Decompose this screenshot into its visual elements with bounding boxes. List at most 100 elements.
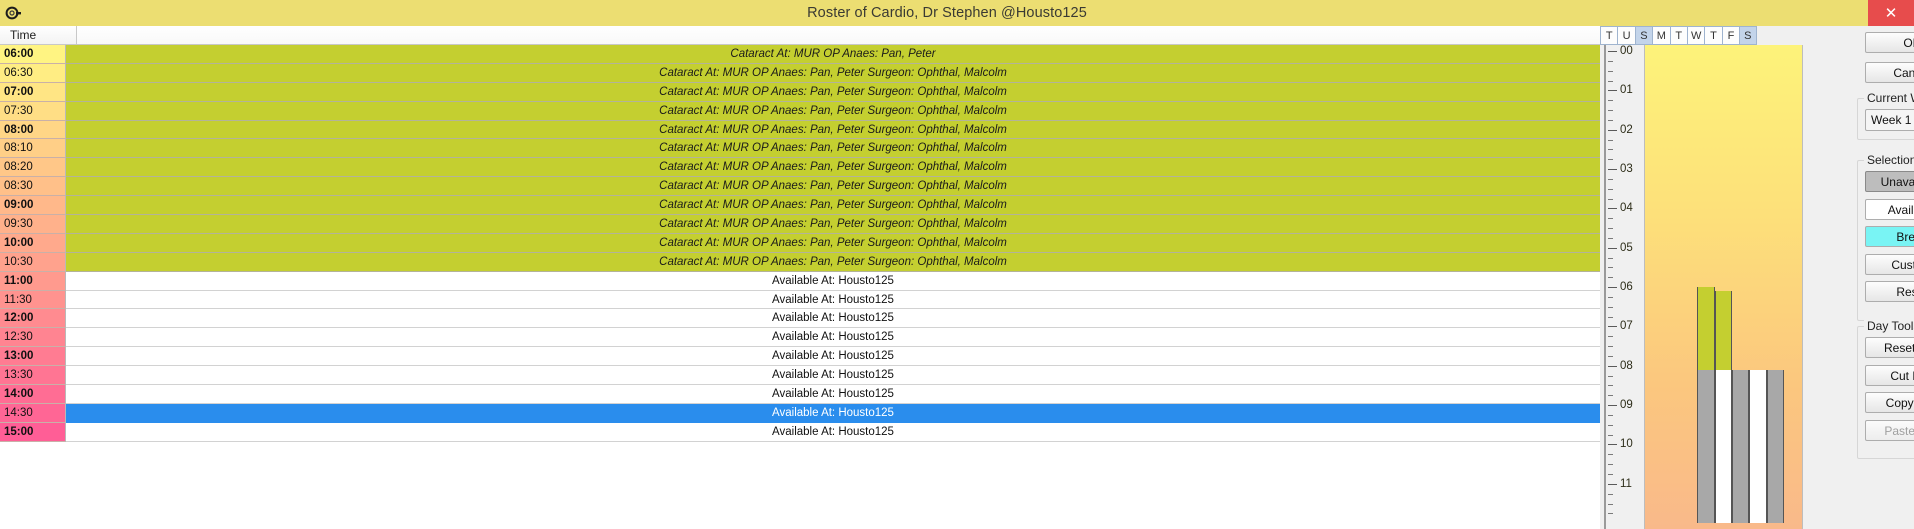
minor-tick bbox=[1608, 306, 1613, 308]
table-row[interactable]: 08:20 Cataract At: MUR OP Anaes: Pan, Pet… bbox=[0, 158, 1600, 178]
mini-day-column-0[interactable] bbox=[1645, 45, 1662, 529]
mini-segment[interactable] bbox=[1697, 287, 1715, 370]
week-select[interactable]: Week 1 ⌄ bbox=[1865, 109, 1914, 131]
day-header-5[interactable]: W bbox=[1686, 26, 1705, 45]
tools-panel-inner: OK Cancel Current Week Week 1 ⌄ Selectio… bbox=[1768, 26, 1914, 529]
table-row[interactable]: 14:30 Available At: Housto125 bbox=[0, 403, 1600, 423]
day-header-6[interactable]: T bbox=[1704, 26, 1722, 45]
table-row[interactable]: 07:30 Cataract At: MUR OP Anaes: Pan, Pet… bbox=[0, 101, 1600, 121]
row-event[interactable]: Available At: Housto125 bbox=[66, 328, 1600, 348]
day-header-0[interactable]: T bbox=[1600, 26, 1618, 45]
row-time: 06:30 bbox=[0, 63, 66, 83]
unavailable-button[interactable]: Unavailable bbox=[1865, 171, 1914, 192]
mini-segment[interactable] bbox=[1749, 369, 1767, 524]
available-button[interactable]: Available bbox=[1865, 198, 1914, 220]
row-time: 11:00 bbox=[0, 271, 66, 291]
minor-tick bbox=[1608, 60, 1613, 62]
table-row[interactable]: 12:00 Available At: Housto125 bbox=[0, 309, 1600, 329]
mini-day-column-1[interactable] bbox=[1662, 45, 1679, 529]
hour-tick bbox=[1608, 365, 1617, 367]
table-row[interactable]: 09:00 Cataract At: MUR OP Anaes: Pan, Pet… bbox=[0, 196, 1600, 216]
table-row[interactable]: 06:00 Cataract At: MUR OP Anaes: Pan, Pet… bbox=[0, 45, 1600, 64]
day-header-3[interactable]: M bbox=[1652, 26, 1670, 45]
hour-label: 01 bbox=[1620, 84, 1633, 97]
table-row[interactable]: 10:00 Cataract At: MUR OP Anaes: Pan, Pet… bbox=[0, 233, 1600, 253]
row-event[interactable]: Available At: Housto125 bbox=[66, 366, 1600, 386]
row-event[interactable]: Available At: Housto125 bbox=[66, 347, 1600, 367]
hour-label: 03 bbox=[1620, 163, 1633, 176]
table-row[interactable]: 15:00 Available At: Housto125 bbox=[0, 422, 1600, 442]
row-time: 14:00 bbox=[0, 385, 66, 404]
custom-button[interactable]: Custom bbox=[1865, 253, 1914, 275]
table-row[interactable]: 08:10 Cataract At: MUR OP Anaes: Pan, Pet… bbox=[0, 139, 1600, 159]
row-event[interactable]: Cataract At: MUR OP Anaes: Pan, Peter Su… bbox=[66, 196, 1600, 216]
hour-tick bbox=[1608, 287, 1617, 289]
table-row[interactable]: 08:00 Cataract At: MUR OP Anaes: Pan, Pet… bbox=[0, 120, 1600, 140]
mini-day-column-4[interactable] bbox=[1714, 45, 1732, 529]
minor-tick bbox=[1608, 385, 1613, 387]
row-time: 13:00 bbox=[0, 347, 66, 367]
row-event[interactable]: Available At: Housto125 bbox=[66, 385, 1600, 404]
close-icon[interactable]: ✕ bbox=[1868, 0, 1914, 26]
row-event[interactable]: Cataract At: MUR OP Anaes: Pan, Peter Su… bbox=[66, 233, 1600, 253]
table-row[interactable]: 09:30 Cataract At: MUR OP Anaes: Pan, Pet… bbox=[0, 215, 1600, 234]
row-event[interactable]: Cataract At: MUR OP Anaes: Pan, Peter Su… bbox=[66, 252, 1600, 272]
row-event[interactable]: Cataract At: MUR OP Anaes: Pan, Peter Su… bbox=[66, 215, 1600, 234]
row-event[interactable]: Cataract At: MUR OP Anaes: Pan, Peter Su… bbox=[66, 63, 1600, 83]
hour-tick bbox=[1608, 129, 1617, 131]
row-event[interactable]: Available At: Housto125 bbox=[66, 422, 1600, 442]
cut-day-button[interactable]: Cut Day bbox=[1865, 364, 1914, 386]
row-time: 08:20 bbox=[0, 158, 66, 178]
table-row[interactable]: 13:00 Available At: Housto125 bbox=[0, 347, 1600, 367]
hour-tick bbox=[1608, 247, 1617, 249]
row-event[interactable]: Cataract At: MUR OP Anaes: Pan, Peter Su… bbox=[66, 101, 1600, 121]
mini-segment[interactable] bbox=[1714, 291, 1732, 370]
table-row[interactable]: 11:30 Available At: Housto125 bbox=[0, 290, 1600, 310]
table-row[interactable]: 12:30 Available At: Housto125 bbox=[0, 328, 1600, 348]
table-row[interactable]: 06:30 Cataract At: MUR OP Anaes: Pan, Pet… bbox=[0, 63, 1600, 83]
row-event[interactable]: Available At: Housto125 bbox=[66, 290, 1600, 310]
minor-tick bbox=[1608, 277, 1613, 279]
day-header-4[interactable]: T bbox=[1669, 26, 1687, 45]
day-header-7[interactable]: F bbox=[1721, 26, 1740, 45]
day-header-8[interactable]: S bbox=[1739, 26, 1757, 45]
row-event[interactable]: Cataract At: MUR OP Anaes: Pan, Peter Su… bbox=[66, 82, 1600, 102]
table-row[interactable]: 13:30 Available At: Housto125 bbox=[0, 366, 1600, 386]
mini-segment[interactable] bbox=[1732, 369, 1750, 524]
table-row[interactable]: 10:30 Cataract At: MUR OP Anaes: Pan, Pet… bbox=[0, 252, 1600, 272]
minor-tick bbox=[1608, 149, 1613, 151]
row-event[interactable]: Cataract At: MUR OP Anaes: Pan, Peter Su… bbox=[66, 158, 1600, 178]
event-column-header bbox=[77, 26, 1600, 44]
table-row[interactable]: 08:30 Cataract At: MUR OP Anaes: Pan, Pet… bbox=[0, 177, 1600, 197]
hour-tick bbox=[1608, 169, 1617, 171]
day-header-1[interactable]: U bbox=[1617, 26, 1635, 45]
row-event[interactable]: Available At: Housto125 bbox=[66, 271, 1600, 291]
mini-segment[interactable] bbox=[1697, 369, 1715, 524]
row-event[interactable]: Cataract At: MUR OP Anaes: Pan, Peter bbox=[66, 45, 1600, 64]
mini-day-column-3[interactable] bbox=[1697, 45, 1715, 529]
ok-button[interactable]: OK bbox=[1865, 32, 1914, 53]
reset-day-button[interactable]: Reset Day bbox=[1865, 337, 1914, 358]
break-button[interactable]: Break bbox=[1865, 226, 1914, 247]
table-row[interactable]: 07:00 Cataract At: MUR OP Anaes: Pan, Pet… bbox=[0, 82, 1600, 102]
reset-button[interactable]: Reset bbox=[1865, 281, 1914, 302]
copy-day-button[interactable]: Copy Day bbox=[1865, 392, 1914, 413]
cancel-button[interactable]: Cancel bbox=[1865, 62, 1914, 83]
row-time: 14:30 bbox=[0, 403, 66, 423]
table-row[interactable]: 11:00 Available At: Housto125 bbox=[0, 271, 1600, 291]
row-event[interactable]: Available At: Housto125 bbox=[66, 403, 1600, 423]
mini-day-column-2[interactable] bbox=[1680, 45, 1697, 529]
roster-app-icon bbox=[0, 0, 26, 26]
selection-tools-label: Selection Tools bbox=[1864, 153, 1914, 167]
table-row[interactable]: 14:00 Available At: Housto125 bbox=[0, 385, 1600, 404]
row-event[interactable]: Available At: Housto125 bbox=[66, 309, 1600, 329]
mini-segment[interactable] bbox=[1714, 369, 1732, 524]
row-event[interactable]: Cataract At: MUR OP Anaes: Pan, Peter Su… bbox=[66, 139, 1600, 159]
roster-window: Roster of Cardio, Dr Stephen @Housto125 … bbox=[0, 0, 1914, 529]
mini-day-column-6[interactable] bbox=[1749, 45, 1767, 529]
row-event[interactable]: Cataract At: MUR OP Anaes: Pan, Peter Su… bbox=[66, 120, 1600, 140]
schedule-grid: Time 06:00 Cataract At: MUR OP Anaes: Pan… bbox=[0, 26, 1600, 529]
day-header-2[interactable]: S bbox=[1634, 26, 1653, 45]
mini-day-column-5[interactable] bbox=[1732, 45, 1750, 529]
row-event[interactable]: Cataract At: MUR OP Anaes: Pan, Peter Su… bbox=[66, 177, 1600, 197]
